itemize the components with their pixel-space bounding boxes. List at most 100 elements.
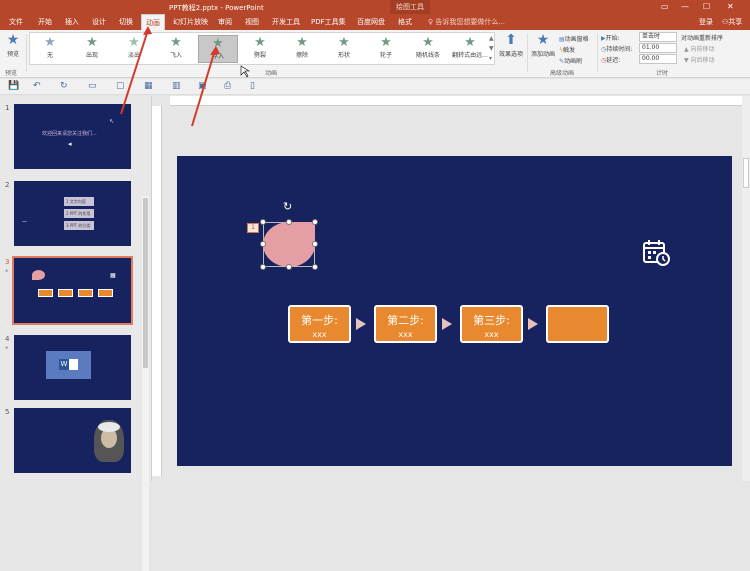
thumb-item: 2 PPT 的作用 bbox=[64, 209, 94, 218]
resize-handle[interactable] bbox=[286, 264, 292, 270]
tab-home[interactable]: 开始 bbox=[38, 17, 52, 27]
align-icon[interactable]: ▥ bbox=[172, 81, 181, 91]
teardrop-shape[interactable] bbox=[263, 222, 315, 267]
resize-handle[interactable] bbox=[260, 241, 266, 247]
login-link[interactable]: 登录 bbox=[699, 17, 713, 27]
maximize-button[interactable]: ☐ bbox=[703, 2, 710, 11]
animation-pane-button[interactable]: ▤动画窗格 bbox=[559, 34, 589, 43]
reorder-title: 对动画重新排序 bbox=[681, 35, 724, 42]
new-slide-icon[interactable]: ▭ bbox=[88, 81, 97, 91]
slide-number: 4 bbox=[5, 335, 10, 343]
slide-thumbnail-2[interactable]: — 1 文字内容 2 PPT 的作用 3 PPT 的分类 bbox=[14, 181, 131, 246]
ribbon-display-icon[interactable]: ▭ bbox=[661, 2, 669, 11]
close-button[interactable]: ✕ bbox=[727, 2, 734, 11]
editor-scrollbar[interactable] bbox=[742, 96, 750, 481]
print-icon[interactable]: ⎙ bbox=[224, 81, 231, 91]
star-icon: ★ bbox=[296, 35, 308, 50]
save-icon[interactable]: 💾 bbox=[8, 81, 19, 91]
scroll-thumb[interactable] bbox=[743, 158, 749, 188]
trigger-button[interactable]: ϟ触发 bbox=[559, 45, 575, 54]
tab-review[interactable]: 审阅 bbox=[218, 17, 232, 27]
doc-icon bbox=[69, 359, 78, 370]
anim-fly-in[interactable]: ★ 飞入 bbox=[156, 35, 196, 63]
resize-handle[interactable] bbox=[312, 264, 318, 270]
thumb-item: 3 PPT 的分类 bbox=[64, 221, 94, 230]
resize-handle[interactable] bbox=[312, 241, 318, 247]
step-box-1[interactable]: 第一步: xxx bbox=[288, 305, 351, 343]
star-icon: ★ bbox=[254, 35, 266, 50]
anim-appear[interactable]: ★ 出现 bbox=[72, 35, 112, 63]
pointer-icon: ↖ bbox=[109, 118, 115, 125]
thumb-item: 1 文字内容 bbox=[64, 197, 94, 206]
star-icon: ★ bbox=[44, 35, 56, 50]
anim-shape[interactable]: ★ 形状 bbox=[324, 35, 364, 63]
effect-options-button[interactable]: ⬆ 效果选项 bbox=[497, 33, 525, 58]
layout-icon[interactable]: ▢ bbox=[116, 81, 125, 91]
resize-handle[interactable] bbox=[312, 219, 318, 225]
add-animation-button[interactable]: ★ 添加动画 bbox=[529, 33, 557, 58]
delay-field[interactable]: 00.00 bbox=[639, 54, 677, 64]
redo-icon[interactable]: ↻ bbox=[60, 81, 68, 91]
tab-pdf-tools[interactable]: PDF工具集 bbox=[311, 17, 346, 27]
table-icon[interactable]: ▦ bbox=[144, 81, 153, 91]
thumbnail-scrollbar[interactable] bbox=[142, 196, 149, 571]
move-earlier-button[interactable]: ▲ 向前移动 bbox=[684, 44, 715, 53]
ribbon-tabs: 文件 开始 插入 设计 切换 动画 幻灯片放映 审阅 视图 开发工具 PDF工具… bbox=[0, 14, 750, 30]
tab-view[interactable]: 视图 bbox=[245, 17, 259, 27]
word-icon: W bbox=[59, 359, 69, 370]
anim-fade[interactable]: ★ 淡出 bbox=[114, 35, 154, 63]
star-icon: ★ bbox=[170, 35, 182, 50]
resize-handle[interactable] bbox=[286, 219, 292, 225]
start-dropdown[interactable]: 单击时 bbox=[639, 32, 677, 42]
anim-split[interactable]: ★ 劈裂 bbox=[240, 35, 280, 63]
slide-thumbnail-5[interactable] bbox=[14, 408, 131, 473]
current-slide[interactable]: 1 ↻ 第一步: xxx 第二步: xxx 第三步: xxx bbox=[177, 156, 732, 466]
animation-painter-button[interactable]: ✎动画刷 bbox=[559, 56, 582, 65]
anim-grow-turn[interactable]: ★ 翻转式由远... bbox=[450, 35, 490, 63]
resize-handle[interactable] bbox=[260, 219, 266, 225]
slide-thumbnail-1[interactable]: 欢迎回来请您关注我们... ◂ ↖ bbox=[14, 104, 131, 169]
move-later-button[interactable]: ▼ 向后移动 bbox=[684, 55, 715, 64]
scroll-thumb[interactable] bbox=[143, 198, 148, 368]
slide-thumbnail-4[interactable]: W bbox=[14, 335, 131, 400]
slide-thumbnail-3[interactable]: ▦ bbox=[12, 256, 133, 325]
picture-icon[interactable]: ▣ bbox=[198, 81, 207, 91]
tell-me-search[interactable]: ♀ 告诉我您想要做什么... bbox=[428, 17, 505, 27]
tab-file[interactable]: 文件 bbox=[9, 17, 23, 27]
step-box-2[interactable]: 第二步: xxx bbox=[374, 305, 437, 343]
share-label: 共享 bbox=[728, 18, 743, 26]
anim-float-in[interactable]: ★ 浮入 bbox=[198, 35, 238, 63]
preview-button[interactable]: ★ 预览 bbox=[3, 33, 23, 58]
tab-baidu-netdisk[interactable]: 百度网盘 bbox=[357, 17, 385, 27]
animation-gallery: ★ 无 ★ 出现 ★ 淡出 ★ 飞入 ★ 浮入 ★ 劈裂 ★ 擦除 ★ 形状 ★ 轮子 ★ 随机线条… bbox=[29, 32, 495, 65]
star-icon: ★ bbox=[338, 35, 350, 50]
tab-developer[interactable]: 开发工具 bbox=[272, 17, 300, 27]
start-label: ▶开始: bbox=[601, 35, 620, 42]
rotate-handle-icon[interactable]: ↻ bbox=[283, 200, 292, 213]
delay-label: ◷延迟: bbox=[601, 57, 621, 64]
duration-field[interactable]: 01.00 bbox=[639, 43, 677, 53]
arrow-right-icon bbox=[356, 318, 366, 330]
tab-design[interactable]: 设计 bbox=[92, 17, 106, 27]
undo-icon[interactable]: ↶ bbox=[33, 81, 41, 91]
animation-order-tag[interactable]: 1 bbox=[247, 223, 259, 233]
minimize-button[interactable]: — bbox=[681, 2, 689, 11]
tab-transitions[interactable]: 切换 bbox=[119, 17, 133, 27]
gallery-scroll-up[interactable]: ▲ bbox=[489, 35, 494, 42]
resize-handle[interactable] bbox=[260, 264, 266, 270]
anim-random-bars[interactable]: ★ 随机线条 bbox=[408, 35, 448, 63]
timing-group-label: 计时 bbox=[656, 70, 669, 77]
anim-wipe[interactable]: ★ 擦除 bbox=[282, 35, 322, 63]
gallery-scroll-down[interactable]: ▼ bbox=[489, 45, 494, 52]
share-button[interactable]: ⚇共享 bbox=[722, 17, 742, 27]
tab-animations[interactable]: 动画 bbox=[141, 14, 165, 30]
tab-format[interactable]: 格式 bbox=[398, 17, 412, 27]
anim-wheel[interactable]: ★ 轮子 bbox=[366, 35, 406, 63]
tab-slideshow[interactable]: 幻灯片放映 bbox=[173, 17, 208, 27]
step-box-4[interactable] bbox=[546, 305, 609, 343]
step-box-3[interactable]: 第三步: xxx bbox=[460, 305, 523, 343]
tab-insert[interactable]: 插入 bbox=[65, 17, 79, 27]
page-icon[interactable]: ▯ bbox=[250, 81, 255, 91]
anim-none[interactable]: ★ 无 bbox=[30, 35, 70, 63]
gallery-expand[interactable]: ▾ bbox=[489, 55, 492, 62]
